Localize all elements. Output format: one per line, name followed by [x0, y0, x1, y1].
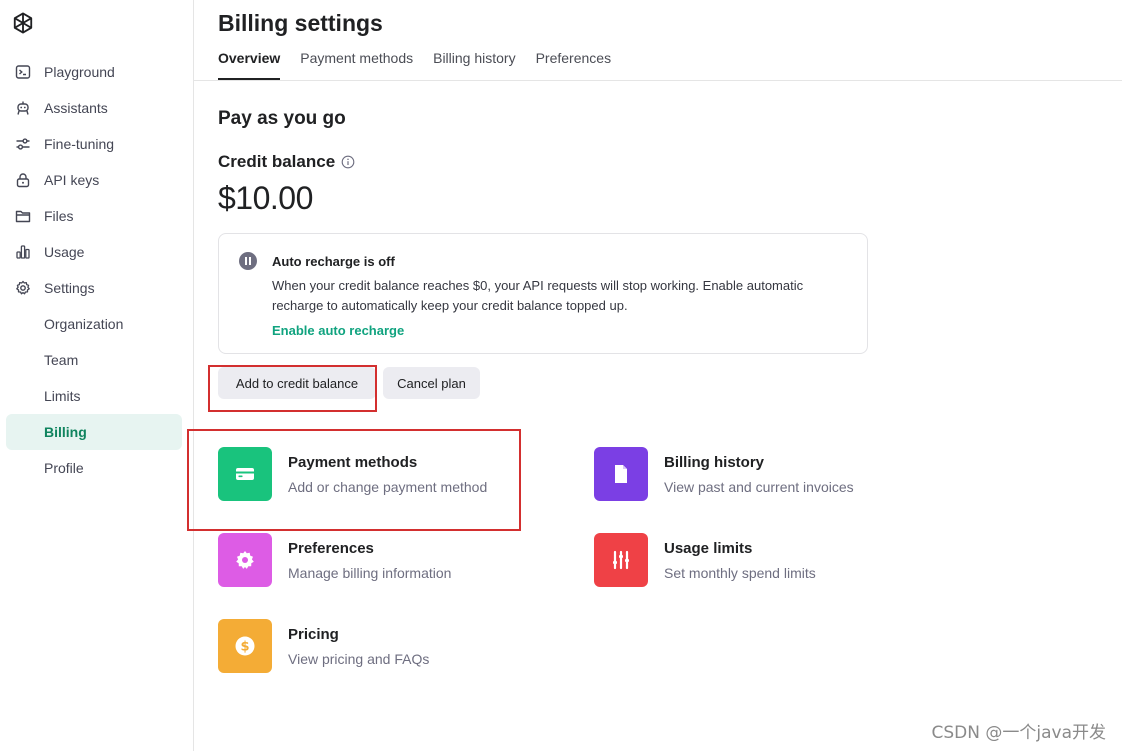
sidebar-nav: Playground Assistants Fine-tuning API ke…	[6, 54, 182, 486]
sidebar-item-label: Organization	[44, 316, 124, 332]
page-title: Billing settings	[218, 10, 383, 36]
card-description: View past and current invoices	[664, 479, 854, 495]
enable-auto-recharge-link[interactable]: Enable auto recharge	[272, 323, 404, 338]
tab-divider	[194, 80, 1122, 81]
tab-overview[interactable]: Overview	[218, 40, 281, 80]
card-payment-methods[interactable]: Payment methods Add or change payment me…	[218, 447, 558, 503]
watermark: CSDN @一个java开发	[931, 723, 1107, 743]
card-description: Add or change payment method	[288, 479, 488, 495]
sliders-icon	[14, 135, 32, 153]
tab-payment-methods[interactable]: Payment methods	[300, 40, 413, 80]
gear-icon	[14, 279, 32, 297]
auto-recharge-alert: Auto recharge is off When your credit ba…	[218, 233, 868, 354]
sidebar-item-organization[interactable]: Organization	[6, 306, 182, 342]
sidebar-item-label: Fine-tuning	[44, 136, 115, 152]
sidebar-item-assistants[interactable]: Assistants	[6, 90, 182, 126]
terminal-icon	[14, 63, 32, 81]
pause-icon	[239, 252, 257, 270]
section-title: Pay as you go	[218, 108, 346, 129]
card-description: Manage billing information	[288, 565, 452, 581]
document-icon	[594, 447, 648, 501]
credit-balance-amount: $10.00	[218, 180, 313, 216]
sidebar-item-profile[interactable]: Profile	[6, 450, 182, 486]
sidebar-item-label: Files	[44, 208, 74, 224]
sidebar-item-files[interactable]: Files	[6, 198, 182, 234]
card-title: Usage limits	[664, 540, 753, 557]
alert-body: When your credit balance reaches $0, you…	[272, 278, 804, 313]
sidebar-item-fine-tuning[interactable]: Fine-tuning	[6, 126, 182, 162]
tab-bar: Overview Payment methods Billing history…	[218, 40, 631, 80]
gear-icon	[218, 533, 272, 587]
openai-logo-icon[interactable]	[10, 10, 36, 36]
card-billing-history[interactable]: Billing history View past and current in…	[594, 447, 934, 503]
sidebar-item-usage[interactable]: Usage	[6, 234, 182, 270]
sidebar-item-label: Team	[44, 352, 79, 368]
sidebar-item-label: API keys	[44, 172, 100, 188]
sidebar-item-label: Usage	[44, 244, 85, 260]
card-pricing[interactable]: $ Pricing View pricing and FAQs	[218, 619, 558, 675]
sliders-icon	[594, 533, 648, 587]
sidebar-item-settings[interactable]: Settings	[6, 270, 182, 306]
credit-card-icon	[218, 447, 272, 501]
alert-title: Auto recharge is off	[272, 254, 395, 269]
card-title: Billing history	[664, 454, 765, 471]
sidebar-item-limits[interactable]: Limits	[6, 378, 182, 414]
card-preferences[interactable]: Preferences Manage billing information	[218, 533, 558, 589]
sidebar-item-label: Billing	[44, 424, 87, 440]
tab-billing-history[interactable]: Billing history	[433, 40, 515, 80]
sidebar-item-team[interactable]: Team	[6, 342, 182, 378]
sidebar-item-label: Assistants	[44, 100, 108, 116]
svg-text:$: $	[240, 640, 249, 655]
card-title: Pricing	[288, 626, 339, 643]
card-description: View pricing and FAQs	[288, 651, 430, 667]
card-usage-limits[interactable]: Usage limits Set monthly spend limits	[594, 533, 934, 589]
sidebar-item-api-keys[interactable]: API keys	[6, 162, 182, 198]
sidebar-item-label: Playground	[44, 64, 115, 80]
dollar-icon: $	[218, 619, 272, 673]
credit-balance-heading: Credit balance	[218, 152, 355, 172]
card-title: Preferences	[288, 540, 374, 557]
credit-balance-label: Credit balance	[218, 152, 336, 171]
info-icon[interactable]	[341, 155, 355, 169]
main-content: Billing settings Overview Payment method…	[187, 0, 1122, 751]
folder-icon	[14, 207, 32, 225]
card-title: Payment methods	[288, 454, 418, 471]
sidebar-item-label: Settings	[44, 280, 95, 296]
sidebar-item-billing[interactable]: Billing	[6, 414, 182, 450]
add-to-credit-balance-button[interactable]: Add to credit balance	[218, 367, 376, 399]
card-description: Set monthly spend limits	[664, 565, 816, 581]
sidebar-item-label: Limits	[44, 388, 81, 404]
cancel-plan-button[interactable]: Cancel plan	[383, 367, 480, 399]
robot-icon	[14, 99, 32, 117]
sidebar: Playground Assistants Fine-tuning API ke…	[0, 0, 194, 751]
sidebar-item-label: Profile	[44, 460, 84, 476]
tab-preferences[interactable]: Preferences	[536, 40, 611, 80]
bar-chart-icon	[14, 243, 32, 261]
lock-icon	[14, 171, 32, 189]
sidebar-item-playground[interactable]: Playground	[6, 54, 182, 90]
